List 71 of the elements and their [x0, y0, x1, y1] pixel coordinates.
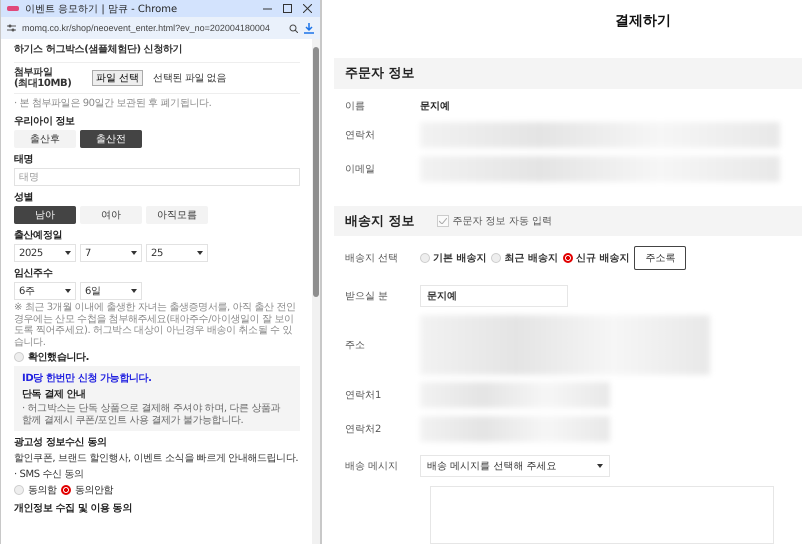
radio-label: 동의안함	[74, 484, 114, 497]
zoom-icon[interactable]	[289, 24, 298, 32]
url-text: momq.co.kr/shop/neoevent_enter.html?ev_no=202004180004	[22, 23, 271, 33]
field-label: 주소	[345, 339, 366, 352]
section-title: 배송지 정보	[345, 212, 415, 230]
dropdown[interactable]: 2025	[14, 244, 76, 262]
section-heading: 개인정보 수집 및 이용 동의	[14, 502, 133, 515]
info-highlight: ID당 한번만 신청 가능합니다.	[22, 372, 152, 385]
option-button[interactable]: 출산후	[14, 130, 76, 148]
caret-icon	[131, 251, 137, 255]
form-title: 하기스 허그박스(샘플체험단) 신청하기	[14, 42, 300, 63]
option-button[interactable]: 아직모름	[146, 206, 208, 224]
message-dropdown[interactable]: 배송 메시지를 선택해 주세요	[420, 455, 610, 478]
field-value: 문지예	[420, 100, 450, 114]
section-heading: 우리아이 정보	[14, 115, 76, 128]
section-title: 주문자 정보	[345, 65, 415, 82]
radio-button[interactable]	[60, 485, 71, 495]
maximize-icon[interactable]	[280, 4, 294, 13]
checkbox[interactable]	[436, 214, 449, 227]
attachment-label: 첨부파일 (최대10MB)	[14, 67, 72, 89]
section-heading: 광고성 정보수신 동의	[14, 436, 108, 449]
section-heading: 출산예정일	[14, 229, 64, 242]
attachment-note: · 본 첨부파일은 90일간 보관된 후 폐기됩니다.	[14, 97, 212, 110]
field-label: 연락처2	[345, 423, 382, 436]
section-heading: 태명	[14, 153, 34, 166]
download-icon[interactable]	[304, 22, 314, 34]
option-button[interactable]: 남아	[14, 206, 76, 224]
field-label: 연락처1	[345, 389, 382, 402]
recipient-field[interactable]: 문지예	[420, 285, 568, 308]
radio-label: 동의함	[28, 484, 57, 497]
caret-icon	[65, 251, 71, 255]
caret-icon	[197, 251, 203, 255]
radio-label: 기본 배송지	[433, 252, 486, 266]
section-heading: 성별	[14, 191, 34, 204]
field-label: 이메일	[345, 163, 376, 176]
window-title: 이벤트 응모하기 | 맘큐 - Chrome	[25, 2, 178, 16]
info-heading: 단독 결제 안내	[22, 388, 87, 401]
caret-icon	[597, 464, 603, 468]
field-label: 배송 메시지	[345, 460, 400, 474]
field-label: 배송지 선택	[345, 252, 400, 266]
dropdown[interactable]: 6일	[80, 282, 142, 300]
sms-label: · SMS 수신 동의	[14, 468, 85, 481]
section-heading: 임신주수	[14, 267, 54, 280]
site-settings-icon[interactable]	[7, 24, 16, 32]
notice-text: ※ 최근 3개월 이내에 출생한 자녀는 출생증명서를, 아직 출산 전인 경우에는 산모 수첩을 첨부해주세요(태아주수/아이생일이 잘 보이도록 찍어주세요). 허그박스 대상이 아닌경우 배송이 취소될 수 있습니다.	[14, 302, 297, 348]
option-button[interactable]: 출산전	[80, 130, 142, 148]
field-label: 받으실 분	[345, 290, 390, 304]
radio-label: 확인했습니다.	[28, 351, 89, 364]
caret-icon	[131, 289, 137, 293]
checkbox-label: 주문자 정보 자동 입력	[452, 214, 552, 228]
address-bar[interactable]: momq.co.kr/shop/neoevent_enter.html?ev_no=202004180004	[1, 17, 320, 39]
radio-label: 신규 배송지	[576, 252, 630, 266]
nickname-field[interactable]: 태명	[14, 168, 300, 186]
marketing-text: 할인쿠폰, 브랜드 할인행사, 이벤트 소식을 빠르게 안내해드립니다.	[14, 452, 300, 465]
radio-button[interactable]	[562, 253, 573, 264]
field-label: 이름	[345, 100, 366, 114]
info-text: · 허그박스는 단독 상품으로 결제해 주셔야 하며, 다른 상품과 함께 결제시 쿠폰/포인트 사용 결제가 불가능합니다.	[22, 403, 282, 426]
file-select-button[interactable]: 파일 선택	[92, 70, 144, 86]
dropdown[interactable]: 6주	[14, 282, 76, 300]
dropdown[interactable]: 7	[80, 244, 142, 262]
close-icon[interactable]	[300, 4, 314, 13]
scrollbar[interactable]	[312, 39, 320, 544]
option-button[interactable]: 여아	[80, 206, 142, 224]
site-logo-icon	[7, 6, 19, 11]
dropdown[interactable]: 25	[146, 244, 208, 262]
address-book-button[interactable]: 주소록	[634, 246, 686, 270]
field-label: 연락처	[345, 129, 376, 142]
caret-icon	[65, 289, 71, 293]
file-status: 선택된 파일 없음	[153, 72, 226, 85]
page-title: 결제하기	[614, 12, 672, 30]
radio-label: 최근 배송지	[504, 252, 558, 266]
